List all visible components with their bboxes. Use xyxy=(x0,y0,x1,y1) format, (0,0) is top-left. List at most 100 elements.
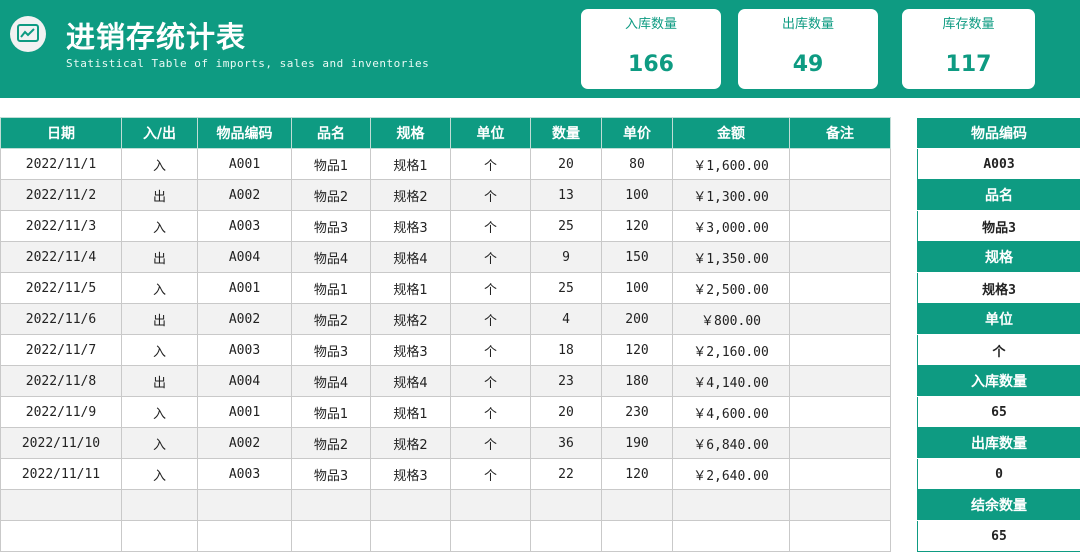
table-cell-quantity[interactable] xyxy=(531,490,602,521)
table-cell-unit-price[interactable]: 200 xyxy=(602,304,673,335)
table-cell-unit-price[interactable]: 80 xyxy=(602,149,673,180)
table-cell-date[interactable]: 2022/11/1 xyxy=(1,149,122,180)
table-cell-quantity[interactable]: 4 xyxy=(531,304,602,335)
table-cell-direction[interactable]: 入 xyxy=(122,149,198,180)
item-code-selector[interactable]: A003 xyxy=(918,149,1080,180)
table-cell-quantity[interactable]: 25 xyxy=(531,211,602,242)
table-cell-unit-price[interactable]: 120 xyxy=(602,211,673,242)
table-row[interactable]: 2022/11/11入A003物品3规格3个22120￥2,640.00 xyxy=(1,459,891,490)
table-row[interactable]: 2022/11/2出A002物品2规格2个13100￥1,300.00 xyxy=(1,180,891,211)
col-date-header[interactable]: 日期 xyxy=(1,118,122,149)
table-cell-date[interactable]: 2022/11/10 xyxy=(1,428,122,459)
table-cell-quantity[interactable]: 23 xyxy=(531,366,602,397)
table-cell-direction[interactable]: 入 xyxy=(122,211,198,242)
table-cell-item-name[interactable]: 物品1 xyxy=(292,149,371,180)
table-cell-unit-price[interactable]: 150 xyxy=(602,242,673,273)
table-cell-spec[interactable]: 规格1 xyxy=(371,149,451,180)
table-cell-unit[interactable]: 个 xyxy=(451,273,531,304)
table-cell-spec[interactable]: 规格3 xyxy=(371,459,451,490)
table-cell-spec[interactable]: 规格4 xyxy=(371,242,451,273)
table-cell-remark[interactable] xyxy=(790,149,891,180)
table-cell-direction[interactable]: 入 xyxy=(122,397,198,428)
table-cell-amount[interactable]: ￥4,140.00 xyxy=(673,366,790,397)
table-cell-direction[interactable]: 入 xyxy=(122,273,198,304)
table-cell-direction[interactable]: 入 xyxy=(122,428,198,459)
table-cell-date[interactable]: 2022/11/8 xyxy=(1,366,122,397)
table-cell-quantity[interactable]: 18 xyxy=(531,335,602,366)
table-row[interactable]: 2022/11/4出A004物品4规格4个9150￥1,350.00 xyxy=(1,242,891,273)
table-cell-quantity[interactable]: 25 xyxy=(531,273,602,304)
table-cell-spec[interactable]: 规格3 xyxy=(371,211,451,242)
table-cell-spec[interactable] xyxy=(371,490,451,521)
table-cell-quantity[interactable]: 9 xyxy=(531,242,602,273)
table-cell-unit[interactable]: 个 xyxy=(451,180,531,211)
table-cell-unit[interactable]: 个 xyxy=(451,366,531,397)
table-cell-unit[interactable]: 个 xyxy=(451,397,531,428)
table-cell-item-name[interactable]: 物品3 xyxy=(292,211,371,242)
table-cell-remark[interactable] xyxy=(790,304,891,335)
table-cell-amount[interactable]: ￥1,300.00 xyxy=(673,180,790,211)
table-cell-item-code[interactable]: A004 xyxy=(198,366,292,397)
table-cell-date[interactable]: 2022/11/11 xyxy=(1,459,122,490)
table-cell-direction[interactable] xyxy=(122,521,198,552)
table-cell-amount[interactable] xyxy=(673,521,790,552)
col-item-name-header[interactable]: 品名 xyxy=(292,118,371,149)
table-cell-unit-price[interactable]: 120 xyxy=(602,459,673,490)
table-cell-item-code[interactable]: A002 xyxy=(198,304,292,335)
table-cell-amount[interactable]: ￥2,640.00 xyxy=(673,459,790,490)
table-cell-unit[interactable] xyxy=(451,521,531,552)
table-cell-date[interactable]: 2022/11/6 xyxy=(1,304,122,335)
table-cell-remark[interactable] xyxy=(790,273,891,304)
table-cell-item-code[interactable] xyxy=(198,521,292,552)
table-cell-item-code[interactable]: A001 xyxy=(198,149,292,180)
table-cell-remark[interactable] xyxy=(790,397,891,428)
table-cell-item-name[interactable]: 物品1 xyxy=(292,397,371,428)
table-row[interactable] xyxy=(1,490,891,521)
table-cell-direction[interactable]: 入 xyxy=(122,459,198,490)
table-cell-remark[interactable] xyxy=(790,211,891,242)
table-cell-unit-price[interactable]: 120 xyxy=(602,335,673,366)
table-cell-remark[interactable] xyxy=(790,459,891,490)
table-cell-remark[interactable] xyxy=(790,521,891,552)
col-unit-header[interactable]: 单位 xyxy=(451,118,531,149)
table-cell-unit[interactable]: 个 xyxy=(451,211,531,242)
col-remark-header[interactable]: 备注 xyxy=(790,118,891,149)
table-cell-unit-price[interactable]: 190 xyxy=(602,428,673,459)
col-amount-header[interactable]: 金额 xyxy=(673,118,790,149)
table-cell-unit-price[interactable] xyxy=(602,490,673,521)
table-row[interactable]: 2022/11/3入A003物品3规格3个25120￥3,000.00 xyxy=(1,211,891,242)
table-cell-date[interactable]: 2022/11/7 xyxy=(1,335,122,366)
table-cell-unit[interactable]: 个 xyxy=(451,304,531,335)
table-row[interactable]: 2022/11/6出A002物品2规格2个4200￥800.00 xyxy=(1,304,891,335)
table-cell-unit-price[interactable]: 100 xyxy=(602,180,673,211)
table-cell-date[interactable]: 2022/11/4 xyxy=(1,242,122,273)
col-unit-price-header[interactable]: 单价 xyxy=(602,118,673,149)
table-row[interactable] xyxy=(1,521,891,552)
table-cell-remark[interactable] xyxy=(790,242,891,273)
table-cell-item-code[interactable] xyxy=(198,490,292,521)
table-cell-item-code[interactable]: A004 xyxy=(198,242,292,273)
table-cell-spec[interactable]: 规格1 xyxy=(371,397,451,428)
table-cell-item-name[interactable] xyxy=(292,490,371,521)
table-cell-item-code[interactable]: A003 xyxy=(198,459,292,490)
table-cell-quantity[interactable]: 20 xyxy=(531,149,602,180)
table-cell-item-code[interactable]: A003 xyxy=(198,211,292,242)
table-cell-quantity[interactable]: 20 xyxy=(531,397,602,428)
table-cell-unit[interactable]: 个 xyxy=(451,459,531,490)
table-cell-remark[interactable] xyxy=(790,490,891,521)
table-cell-unit[interactable] xyxy=(451,490,531,521)
table-cell-spec[interactable]: 规格1 xyxy=(371,273,451,304)
table-row[interactable]: 2022/11/10入A002物品2规格2个36190￥6,840.00 xyxy=(1,428,891,459)
table-cell-amount[interactable]: ￥4,600.00 xyxy=(673,397,790,428)
table-cell-unit[interactable]: 个 xyxy=(451,335,531,366)
table-cell-quantity[interactable]: 13 xyxy=(531,180,602,211)
col-item-code-header[interactable]: 物品编码 xyxy=(198,118,292,149)
table-cell-amount[interactable]: ￥2,500.00 xyxy=(673,273,790,304)
table-cell-item-code[interactable]: A002 xyxy=(198,428,292,459)
table-cell-date[interactable]: 2022/11/3 xyxy=(1,211,122,242)
table-cell-direction[interactable]: 出 xyxy=(122,366,198,397)
table-cell-spec[interactable]: 规格4 xyxy=(371,366,451,397)
table-cell-amount[interactable] xyxy=(673,490,790,521)
table-row[interactable]: 2022/11/1入A001物品1规格1个2080￥1,600.00 xyxy=(1,149,891,180)
table-cell-spec[interactable] xyxy=(371,521,451,552)
